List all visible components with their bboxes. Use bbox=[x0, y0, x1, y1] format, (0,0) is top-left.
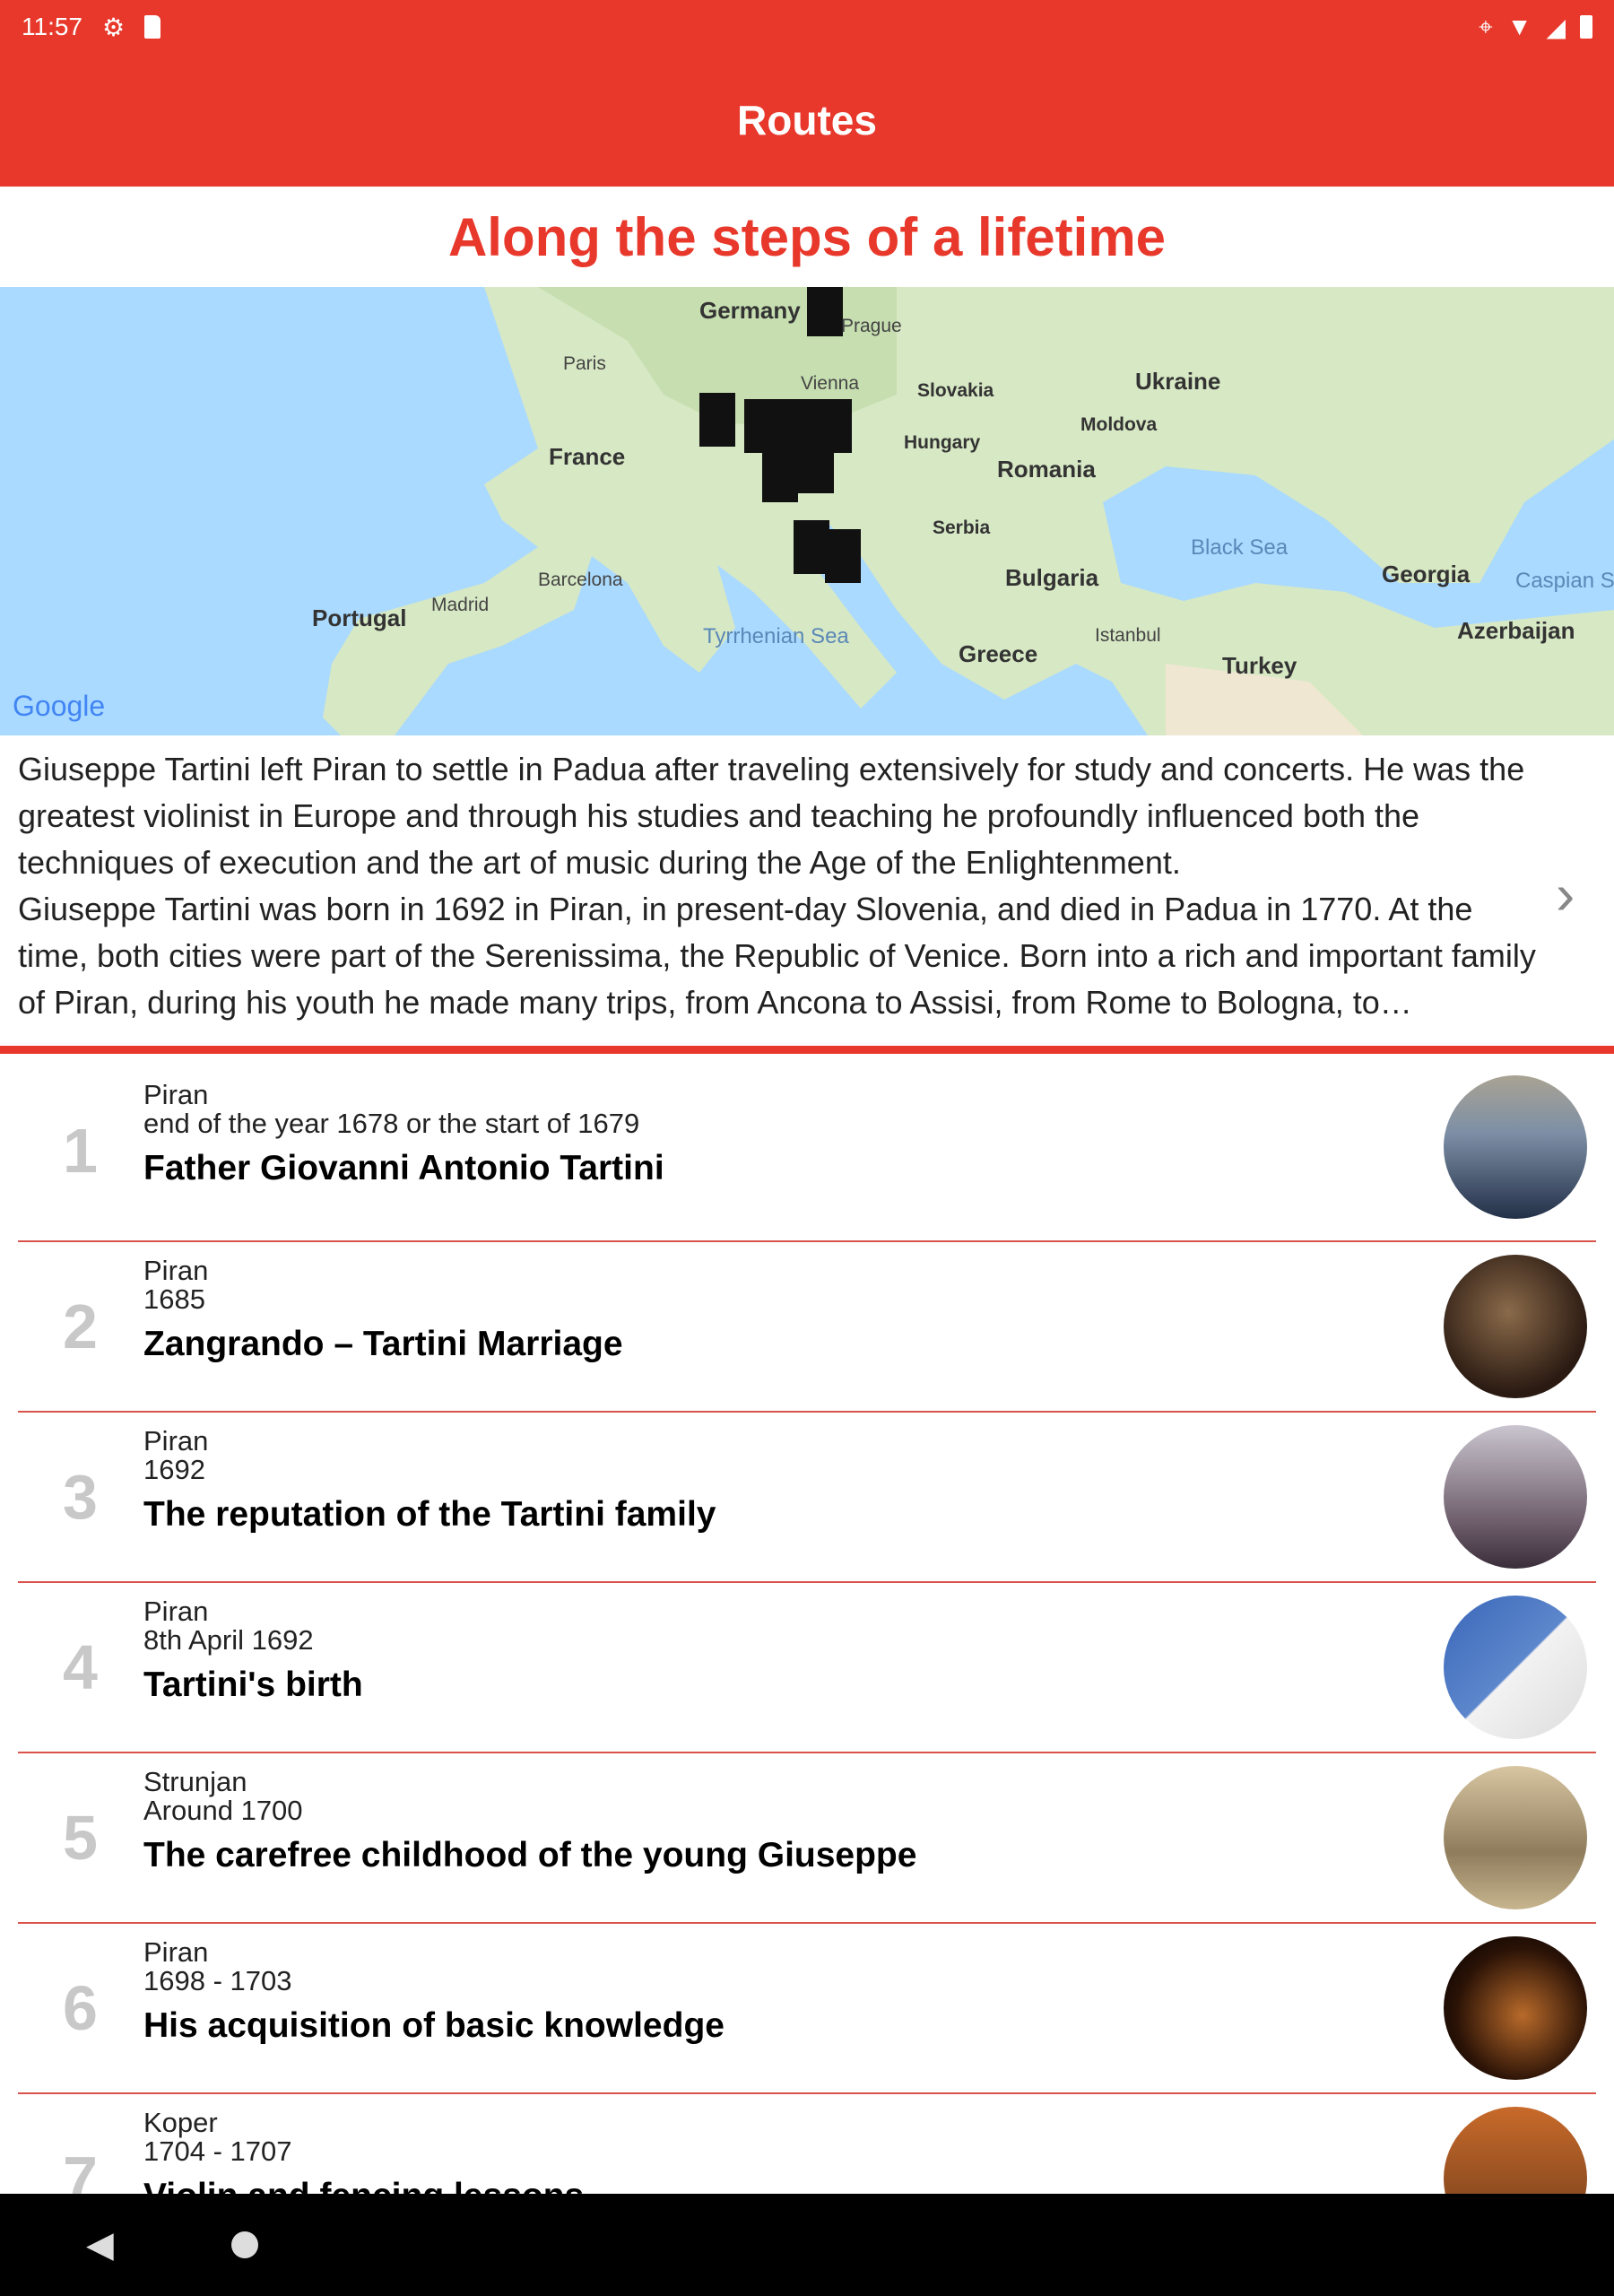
home-icon[interactable] bbox=[231, 2231, 258, 2258]
step-number: 7 bbox=[63, 2144, 98, 2194]
step-date: 1692 bbox=[143, 1454, 205, 1485]
step-title: Father Giovanni Antonio Tartini bbox=[143, 1149, 664, 1187]
step-title: The carefree childhood of the young Gius… bbox=[143, 1836, 917, 1874]
route-description[interactable]: Giuseppe Tartini left Piran to settle in… bbox=[18, 746, 1542, 1026]
step-item[interactable]: 7 Koper 1704 - 1707 Violin and fencing l… bbox=[18, 2094, 1596, 2194]
chevron-right-icon[interactable]: › bbox=[1556, 861, 1575, 927]
status-bar: 11:57 ⚙ ⌖ ▼ ◢ bbox=[0, 0, 1614, 54]
step-date: 8th April 1692 bbox=[143, 1624, 314, 1656]
map-label: Azerbaijan bbox=[1457, 617, 1575, 644]
app-bar: Routes bbox=[0, 54, 1614, 187]
battery-charging-icon bbox=[1580, 15, 1592, 39]
navigation-bar: ◀ bbox=[0, 2194, 1614, 2296]
step-place: Piran bbox=[143, 1079, 209, 1110]
step-place: Piran bbox=[143, 1596, 209, 1627]
map-label: Madrid bbox=[431, 595, 489, 615]
clock: 11:57 bbox=[22, 13, 82, 40]
step-thumbnail bbox=[1444, 1596, 1587, 1739]
step-place: Strunjan bbox=[143, 1766, 247, 1797]
step-item[interactable]: 3 Piran 1692 The reputation of the Tarti… bbox=[18, 1413, 1596, 1583]
step-item[interactable]: 1 Piran end of the year 1678 or the star… bbox=[18, 1054, 1596, 1242]
step-item[interactable]: 2 Piran 1685 Zangrando – Tartini Marriag… bbox=[18, 1242, 1596, 1413]
step-title: The reputation of the Tartini family bbox=[143, 1495, 716, 1534]
app-bar-title: Routes bbox=[737, 97, 877, 144]
step-place: Piran bbox=[143, 1425, 209, 1457]
map-label: Romania bbox=[997, 456, 1096, 483]
step-date: 1704 - 1707 bbox=[143, 2135, 292, 2167]
sd-card-icon bbox=[144, 15, 161, 39]
step-number: 2 bbox=[63, 1292, 98, 1361]
map-label: Tyrrhenian Sea bbox=[703, 624, 849, 648]
step-title: Tartini's birth bbox=[143, 1665, 363, 1704]
map-label: Barcelona bbox=[538, 570, 623, 590]
step-date: 1685 bbox=[143, 1283, 205, 1315]
step-thumbnail bbox=[1444, 1255, 1587, 1398]
back-icon[interactable]: ◀ bbox=[86, 2224, 114, 2266]
step-thumbnail bbox=[1444, 1075, 1587, 1219]
signal-icon: ◢ bbox=[1546, 13, 1566, 41]
map-label: Serbia bbox=[933, 517, 991, 538]
step-item[interactable]: 5 Strunjan Around 1700 The carefree chil… bbox=[18, 1753, 1596, 1924]
map-label: Slovakia bbox=[917, 380, 994, 401]
map-label: Hungary bbox=[904, 432, 981, 453]
step-thumbnail bbox=[1444, 1936, 1587, 2080]
step-number: 3 bbox=[63, 1462, 98, 1532]
map-label: Turkey bbox=[1222, 652, 1297, 679]
step-place: Piran bbox=[143, 1936, 209, 1968]
map-label: Germany bbox=[699, 297, 801, 324]
map-label: Paris bbox=[563, 353, 606, 374]
step-date: 1698 - 1703 bbox=[143, 1965, 292, 1996]
step-title: His acquisition of basic knowledge bbox=[143, 2006, 725, 2045]
steps-list[interactable]: 1 Piran end of the year 1678 or the star… bbox=[0, 1054, 1614, 2194]
google-logo: Google bbox=[13, 690, 105, 722]
map-label: Georgia bbox=[1382, 561, 1471, 587]
step-thumbnail bbox=[1444, 2107, 1587, 2194]
step-item[interactable]: 6 Piran 1698 - 1703 His acquisition of b… bbox=[18, 1924, 1596, 2094]
map-label: Moldova bbox=[1080, 414, 1157, 435]
gear-icon: ⚙ bbox=[102, 13, 126, 41]
wifi-icon: ▼ bbox=[1506, 13, 1532, 40]
map-label: Prague bbox=[841, 316, 902, 336]
step-date: end of the year 1678 or the start of 167… bbox=[143, 1108, 640, 1139]
map-label: Vienna bbox=[801, 373, 859, 394]
map-label: Portugal bbox=[312, 604, 406, 631]
map-label: France bbox=[549, 443, 625, 470]
map-label: Istanbul bbox=[1095, 625, 1161, 646]
map-label: Caspian Se bbox=[1515, 569, 1614, 593]
step-number: 6 bbox=[63, 1973, 98, 2043]
map-label: Black Sea bbox=[1191, 535, 1289, 560]
page-title: Along the steps of a lifetime bbox=[447, 206, 1167, 267]
step-place: Koper bbox=[143, 2107, 218, 2138]
map-label: Bulgaria bbox=[1005, 564, 1099, 591]
step-number: 1 bbox=[63, 1116, 98, 1187]
step-title: Zangrando – Tartini Marriage bbox=[143, 1325, 623, 1363]
step-place: Piran bbox=[143, 1255, 209, 1286]
step-thumbnail bbox=[1444, 1425, 1587, 1569]
divider bbox=[0, 1046, 1614, 1054]
step-number: 5 bbox=[63, 1803, 98, 1873]
step-thumbnail bbox=[1444, 1766, 1587, 1909]
map-label: Ukraine bbox=[1135, 368, 1220, 395]
route-map[interactable]: Germany France Portugal Slovakia Hungary… bbox=[0, 287, 1614, 735]
map-label: Greece bbox=[959, 640, 1037, 667]
step-item[interactable]: 4 Piran 8th April 1692 Tartini's birth bbox=[18, 1583, 1596, 1753]
step-date: Around 1700 bbox=[143, 1795, 303, 1826]
step-title: Violin and fencing lessons bbox=[143, 2177, 584, 2194]
step-number: 4 bbox=[63, 1632, 98, 1702]
location-icon: ⌖ bbox=[1478, 12, 1493, 40]
